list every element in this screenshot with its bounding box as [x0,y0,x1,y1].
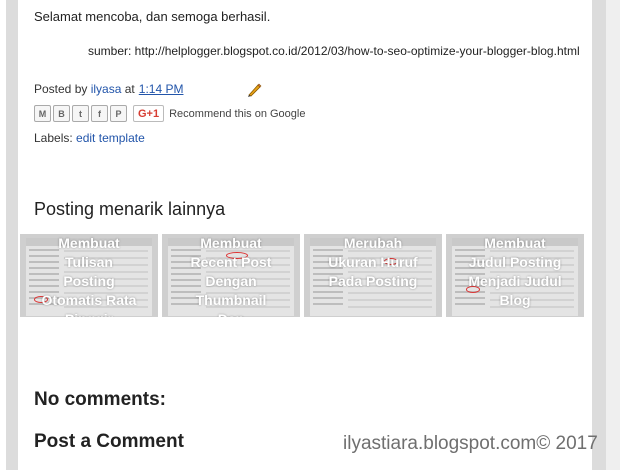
post-body: Selamat mencoba, dan semoga berhasil. su… [18,0,592,470]
post-labels: Labels: edit template [34,131,145,145]
related-post-item[interactable]: Merubah Ukuran Huruf Pada Posting [304,234,442,317]
at-label: at [124,82,135,96]
twitter-icon[interactable]: t [72,105,89,122]
posted-by-label: Posted by [34,82,88,96]
google-plus-one-button[interactable]: G+1 [133,105,165,122]
no-comments-heading: No comments: [34,389,166,410]
pinterest-icon[interactable]: P [110,105,127,122]
watermark-text: ilyastiara.blogspot.com© 2017 [343,433,598,454]
recommend-text: Recommend this on Google [169,107,306,120]
related-post-item[interactable]: Membuat Tulisan Posting Otomatis Rata Pi… [20,234,158,317]
post-byline: Posted by ilyasa at 1:14 PM [34,82,183,96]
related-post-title: Merubah Ukuran Huruf Pada Posting [328,235,418,289]
edit-pencil-icon[interactable] [246,82,262,98]
related-posts-title: Posting menarik lainnya [34,199,226,219]
author-link[interactable]: ilyasa [91,82,122,96]
timestamp-link[interactable]: 1:14 PM [139,82,184,96]
labels-prefix: Labels: [34,131,73,145]
screenshot-frame: Selamat mencoba, dan semoga berhasil. su… [0,0,620,470]
share-bar: M B t f P G+1 Recommend this on Google [34,105,305,122]
related-post-item[interactable]: Membuat Recent Post Dengan Thumbnail Dan [162,234,300,317]
email-icon[interactable]: M [34,105,51,122]
right-gutter [592,0,606,470]
closing-text: Selamat mencoba, dan semoga berhasil. [34,9,271,24]
facebook-icon[interactable]: f [91,105,108,122]
right-margin [606,0,620,470]
source-link-text: sumber: http://helplogger.blogspot.co.id… [88,44,580,58]
related-post-title: Membuat Judul Posting Menjadi Judul Blog [468,235,562,308]
related-post-title: Membuat Tulisan Posting Otomatis Rata Pi… [41,235,137,317]
post-comment-heading: Post a Comment [34,431,184,452]
left-gutter [6,0,18,470]
related-post-title: Membuat Recent Post Dengan Thumbnail Dan [190,235,272,317]
related-post-item[interactable]: Membuat Judul Posting Menjadi Judul Blog [446,234,584,317]
label-link-edit-template[interactable]: edit template [76,131,145,145]
blogger-icon[interactable]: B [53,105,70,122]
